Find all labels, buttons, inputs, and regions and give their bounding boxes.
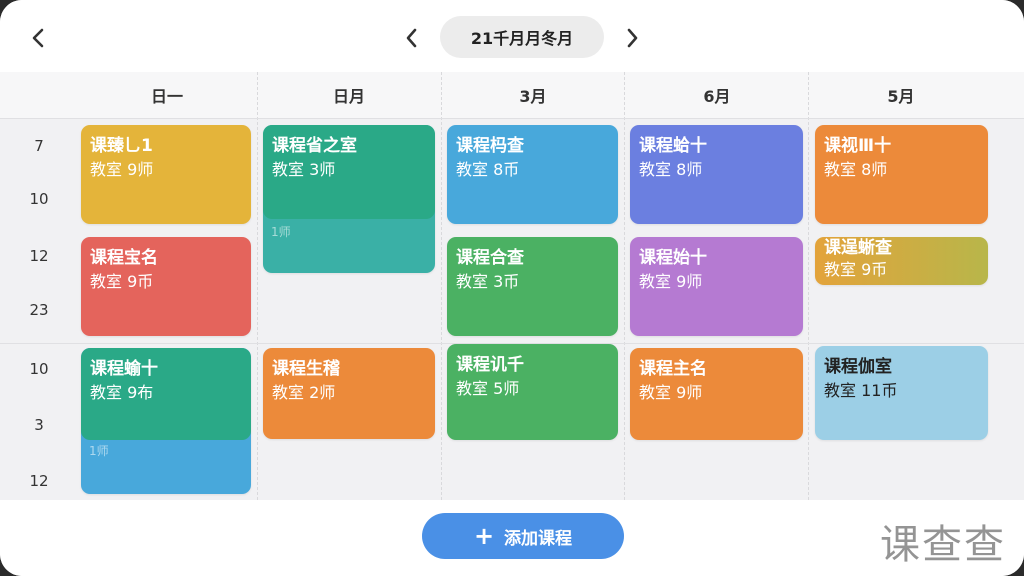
back-button[interactable] [22, 22, 54, 54]
prev-month-button[interactable] [396, 22, 428, 54]
course-room: 教室 9师 [90, 160, 154, 179]
time-label: 12 [29, 472, 49, 490]
time-label: 10 [29, 190, 49, 208]
course-card[interactable]: 课臻乚1 教室 9师 [81, 125, 251, 224]
course-name: 课程主名 [639, 359, 707, 379]
day-header: 日一 [150, 87, 183, 106]
column-divider [441, 72, 442, 500]
course-card[interactable]: 课程合查 教室 3币 [447, 237, 618, 336]
time-label: 10 [29, 360, 49, 378]
course-name: 课程蛤十 [639, 136, 707, 156]
course-room: 教室 11币 [824, 381, 898, 400]
plus-icon: + [473, 522, 495, 550]
add-course-button[interactable]: + 添加课程 [422, 513, 624, 559]
course-room: 教室 9币 [90, 272, 154, 291]
time-label: 7 [34, 137, 44, 155]
course-card[interactable]: 课程蛤十 教室 8师 [630, 125, 803, 224]
month-selector[interactable]: 21千月月冬月 [440, 16, 604, 58]
course-room: 教室 3师 [272, 160, 336, 179]
app-screen: 21千月月冬月 日一 日月 3月 6月 5月 7 10 12 23 10 3 1… [0, 0, 1024, 576]
top-bar: 21千月月冬月 [0, 0, 1024, 72]
course-name: 课程杩查 [456, 136, 524, 156]
course-card[interactable]: 课程省之室 教室 3师 1师 [263, 125, 435, 273]
column-divider [257, 72, 258, 500]
course-name: 课程伽室 [824, 357, 892, 377]
course-card[interactable]: 课程伽室 教室 11币 [815, 346, 988, 440]
course-card[interactable]: 课程始十 教室 9师 [630, 237, 803, 336]
month-label: 21千月月冬月 [470, 29, 574, 48]
day-header: 3月 [519, 87, 547, 106]
course-card[interactable]: 课程蝓十 教室 9布 1师 [81, 348, 251, 494]
course-name: 课程省之室 [272, 136, 357, 156]
time-label: 3 [34, 416, 44, 434]
course-extra: 1师 [89, 444, 109, 458]
day-header-row: 日一 日月 3月 6月 5月 [0, 72, 1024, 118]
course-room: 教室 8币 [456, 160, 520, 179]
course-name: 课臻乚1 [90, 136, 153, 156]
course-name: 课程生稽 [272, 359, 340, 379]
course-room: 教室 8师 [639, 160, 703, 179]
course-card[interactable]: 课程杩查 教室 8币 [447, 125, 618, 224]
course-room: 教室 9币 [824, 260, 888, 279]
chevron-left-icon [406, 28, 417, 48]
course-card-header: 课程省之室 教室 3师 [263, 125, 435, 219]
row-divider [0, 118, 1024, 119]
course-room: 教室 9师 [639, 383, 703, 402]
chevron-right-icon [627, 28, 638, 48]
course-room: 教室 8师 [824, 160, 888, 179]
course-card[interactable]: 课程宝名 教室 9币 [81, 237, 251, 336]
course-card-header: 课程蝓十 教室 9布 [81, 348, 251, 440]
next-month-button[interactable] [616, 22, 648, 54]
course-room: 教室 3币 [456, 272, 520, 291]
timetable-grid: 日一 日月 3月 6月 5月 7 10 12 23 10 3 12 课臻乚1 教… [0, 72, 1024, 500]
course-room: 教室 9布 [90, 383, 154, 402]
column-divider [624, 72, 625, 500]
bottom-bar: + 添加课程 课查查 [0, 500, 1024, 576]
course-name: 课程宝名 [90, 248, 158, 268]
course-card[interactable]: 课视Ⅲ十 教室 8师 [815, 125, 988, 224]
chevron-left-icon [32, 28, 44, 48]
course-extra: 1师 [271, 225, 291, 239]
app-watermark: 课查查 [880, 522, 1006, 568]
day-header: 6月 [703, 87, 731, 106]
course-name: 课程讥千 [456, 355, 524, 375]
course-name: 课视Ⅲ十 [824, 136, 892, 156]
day-header: 日月 [332, 87, 365, 106]
course-card[interactable]: 课程生稽 教室 2师 [263, 348, 435, 439]
course-room: 教室 2师 [272, 383, 336, 402]
course-name: 课逞蜥查 [824, 238, 892, 258]
course-card[interactable]: 课程讥千 教室 5师 [447, 344, 618, 440]
column-divider [808, 72, 809, 500]
course-card[interactable]: 课程主名 教室 9师 [630, 348, 803, 440]
day-header: 5月 [887, 87, 915, 106]
time-label: 12 [29, 247, 49, 265]
time-label: 23 [29, 301, 49, 319]
course-room: 教室 9师 [639, 272, 703, 291]
course-card[interactable]: 课逞蜥查 教室 9币 [815, 237, 988, 285]
course-room: 教室 5师 [456, 379, 520, 398]
course-name: 课程始十 [639, 248, 707, 268]
add-course-label: 添加课程 [504, 528, 573, 549]
course-name: 课程蝓十 [90, 359, 158, 379]
course-name: 课程合查 [456, 248, 524, 268]
